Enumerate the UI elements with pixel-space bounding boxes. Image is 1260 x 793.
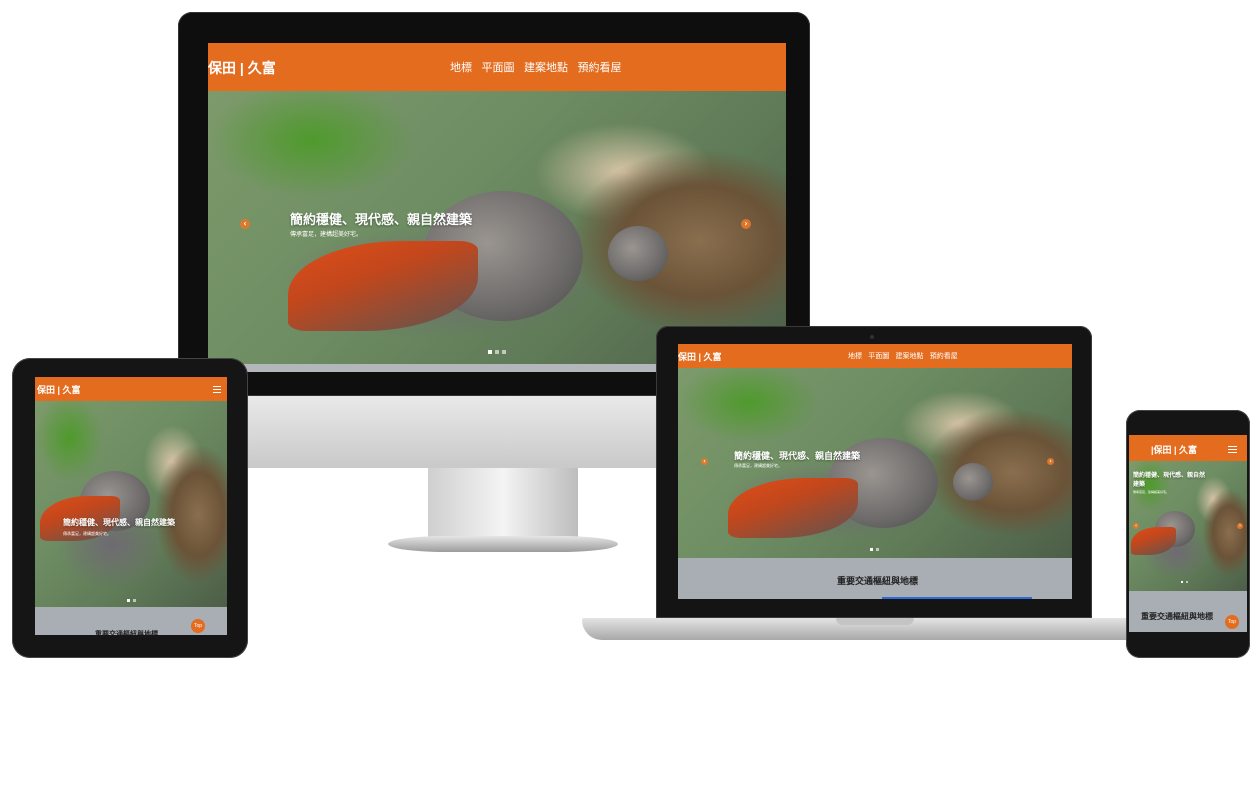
nav-item-floorplan[interactable]: 平面圖 [868, 352, 889, 360]
nav-item-landmark[interactable]: 地標 [848, 352, 862, 360]
carousel-prev-button[interactable]: ‹ [240, 219, 250, 229]
carousel-dot[interactable] [1181, 581, 1183, 583]
chevron-right-icon: › [1238, 523, 1242, 529]
carousel-indicators[interactable] [488, 350, 506, 354]
chevron-left-icon: ‹ [1134, 523, 1138, 529]
chevron-right-icon: › [744, 219, 748, 228]
tablet-section-title: 重要交通樞紐與地標 [95, 630, 158, 635]
laptop-chick-image [953, 463, 993, 501]
nav-item-location[interactable]: 建案地點 [524, 61, 568, 74]
carousel-dot[interactable] [870, 548, 873, 551]
phone-carousel-indicators[interactable] [1181, 581, 1188, 583]
carousel-next-button[interactable]: › [1237, 523, 1243, 529]
carousel-next-button[interactable]: › [741, 219, 751, 229]
chevron-right-icon: › [1049, 458, 1052, 465]
site-logo[interactable]: 保田 | 久富 [208, 58, 276, 78]
laptop-section-underline [882, 597, 1032, 599]
laptop-hero: 簡約穩健、現代感、親自然建築 傳承富足，建構超美好宅。 ‹ › [678, 368, 1072, 558]
carousel-dot[interactable] [502, 350, 506, 354]
laptop-section: 重要交通樞紐與地標 [678, 558, 1072, 599]
tablet-hero-title: 簡約穩健、現代感、親自然建築 [63, 518, 175, 527]
carousel-prev-button[interactable]: ‹ [1133, 523, 1139, 529]
laptop-logo[interactable]: 保田 | 久富 [678, 350, 722, 363]
tablet-top-button[interactable]: Top [191, 619, 205, 633]
hero-wing-image [288, 241, 478, 331]
laptop-camera [870, 335, 874, 339]
nav-item-floorplan[interactable]: 平面圖 [482, 61, 515, 74]
tablet-screen: 保田 | 久富 簡約穩健、現代感、親自然建築 傳承富足，建構超美好宅。 重要交通… [35, 377, 227, 635]
hamburger-icon[interactable] [213, 386, 221, 395]
laptop-notch [836, 618, 914, 625]
desktop-screen: 保田 | 久富 地標 平面圖 建案地點 預約看屋 簡約穩健、現代感、親自然建築 … [208, 43, 786, 364]
tablet-navbar: 保田 | 久富 [35, 377, 227, 401]
nav-item-booking[interactable]: 預約看屋 [578, 61, 622, 74]
tablet-hero-subtitle: 傳承富足，建構超美好宅。 [63, 531, 111, 536]
hero-subtitle: 傳承富足，建構超美好宅。 [290, 231, 363, 238]
laptop-screen: 保田 | 久富 地標 平面圖 建案地點 預約看屋 簡約穩健、現代感、親自然建築 … [678, 344, 1072, 599]
desktop-navbar: 保田 | 久富 地標 平面圖 建案地點 預約看屋 [208, 43, 786, 91]
hamburger-icon[interactable] [1228, 446, 1237, 455]
desktop-stand [428, 468, 578, 538]
phone-navbar: |保田 | 久富 [1129, 435, 1247, 461]
phone-hero-title-1: 簡約穩健、現代感、親自然 [1133, 472, 1206, 479]
carousel-dot[interactable] [876, 548, 879, 551]
chevron-left-icon: ‹ [243, 219, 247, 228]
laptop-wing-image [728, 478, 858, 538]
carousel-dot[interactable] [495, 350, 499, 354]
desktop-nav-menu: 地標 平面圖 建案地點 預約看屋 [450, 59, 622, 75]
phone-hero: 簡約穩健、現代感、親自然 建築 傳承富足，建構超美好宅。 ‹ › [1129, 461, 1247, 591]
phone-logo[interactable]: |保田 | 久富 [1151, 443, 1197, 456]
hero-chick-image [608, 226, 668, 281]
tablet-hero: 簡約穩健、現代感、親自然建築 傳承富足，建構超美好宅。 [35, 401, 227, 607]
laptop-hero-title: 簡約穩健、現代感、親自然建築 [734, 452, 861, 462]
laptop-hero-subtitle: 傳承富足，建構超美好宅。 [734, 463, 782, 468]
laptop-navbar: 保田 | 久富 地標 平面圖 建案地點 預約看屋 [678, 344, 1072, 368]
carousel-dot[interactable] [133, 599, 136, 602]
carousel-prev-button[interactable]: ‹ [701, 458, 708, 465]
laptop-section-title: 重要交通樞紐與地標 [837, 577, 919, 587]
phone-screen: |保田 | 久富 簡約穩健、現代感、親自然 建築 傳承富足，建構超美好宅。 ‹ … [1129, 435, 1247, 632]
laptop-carousel-indicators[interactable] [870, 548, 879, 551]
tablet-logo[interactable]: 保田 | 久富 [37, 383, 81, 396]
carousel-dot[interactable] [127, 599, 130, 602]
tablet-carousel-indicators[interactable] [127, 599, 136, 602]
nav-item-location[interactable]: 建案地點 [895, 352, 923, 360]
nav-item-landmark[interactable]: 地標 [450, 61, 472, 74]
phone-section-title: 重要交通樞紐與地標 [1141, 612, 1213, 621]
nav-item-booking[interactable]: 預約看屋 [930, 352, 958, 360]
phone-hero-subtitle: 傳承富足，建構超美好宅。 [1133, 490, 1170, 494]
hero-title: 簡約穩健、現代感、親自然建築 [290, 213, 473, 228]
phone-hero-title-2: 建築 [1133, 481, 1146, 488]
carousel-next-button[interactable]: › [1047, 458, 1054, 465]
carousel-dot[interactable] [488, 350, 492, 354]
desktop-stand-base [388, 536, 618, 552]
phone-top-button[interactable]: Top [1225, 615, 1239, 629]
carousel-dot[interactable] [1186, 581, 1188, 583]
chevron-left-icon: ‹ [703, 458, 706, 465]
hero-carousel: 簡約穩健、現代感、親自然建築 傳承富足，建構超美好宅。 ‹ › [208, 91, 786, 364]
phone-wing-image [1131, 527, 1176, 555]
laptop-nav-menu: 地標 平面圖 建案地點 預約看屋 [848, 351, 958, 361]
